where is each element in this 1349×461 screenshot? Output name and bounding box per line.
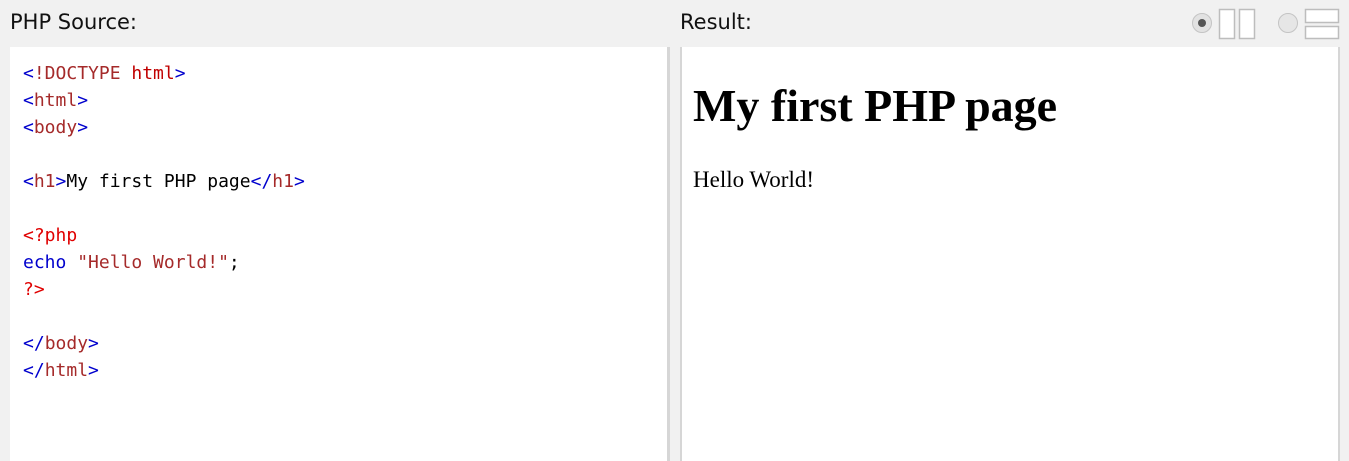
code-line: <!DOCTYPE html> [23,60,305,87]
code-token-bracket: > [174,63,186,84]
rows-layout-icon [1304,8,1340,40]
code-line: <?php [23,222,305,249]
radio-checked-dot [1198,19,1206,27]
result-heading: My first PHP page [693,80,1058,131]
code-token-bracket: < [23,90,34,111]
code-token-tagname: !DOCTYPE [33,63,121,84]
layout-toggle-stacked[interactable] [1276,8,1342,40]
code-line: echo "Hello World!"; [23,249,305,276]
code-token-tagname: html [33,90,78,111]
result-output-panel: My first PHP page Hello World! [680,47,1340,461]
code-line: ?> [23,276,305,303]
source-code-panel[interactable]: <!DOCTYPE html> <html> <body> <h1>My first … [10,47,670,461]
code-token-tagname: body [44,333,89,354]
code-line: </body> [23,330,305,357]
result-paragraph: Hello World! [693,167,815,192]
code-token-keyword: echo [23,252,67,273]
code-token-bracket: > [55,171,67,192]
code-token-bracket: > [293,171,305,192]
code-token-bracket: </ [23,333,45,354]
code-token-plain: ; [228,252,240,273]
code-token-tagname: h1 [33,171,56,192]
code-token-phpdelim: <?php [23,225,78,246]
code-token-tagname: html [44,360,89,381]
code-token-phpdelim: ?> [23,279,45,300]
code-line: </html> [23,357,305,384]
code-token-bracket: > [88,360,99,381]
source-panel-title: PHP Source: [10,10,137,34]
code-token-bracket: > [77,117,89,138]
code-token-bracket: </ [23,360,45,381]
code-token-string: "Hello World!" [77,252,229,273]
code-line: <h1>My first PHP page</h1> [23,168,305,195]
code-token-plain: My first PHP page [66,171,251,192]
columns-layout-icon [1218,8,1256,40]
code-token-doctype: html [120,63,175,84]
code-token-bracket: > [77,90,89,111]
layout-toggle-side-by-side[interactable] [1190,8,1256,40]
code-token-bracket: < [23,117,34,138]
result-panel-title: Result: [680,10,752,34]
code-token-bracket: </ [250,171,273,192]
code-token-tagname: body [33,117,78,138]
code-token-bracket: < [23,63,34,84]
code-token-bracket: < [23,171,34,192]
code-token-bracket: > [88,333,99,354]
code-line: <body> [23,114,305,141]
layout-radio-side-by-side[interactable] [1192,13,1212,33]
source-code-editor[interactable]: <!DOCTYPE html> <html> <body> <h1>My first … [23,60,305,384]
layout-radio-stacked[interactable] [1278,13,1298,33]
code-token-tagname: h1 [272,171,294,192]
code-line: <html> [23,87,305,114]
